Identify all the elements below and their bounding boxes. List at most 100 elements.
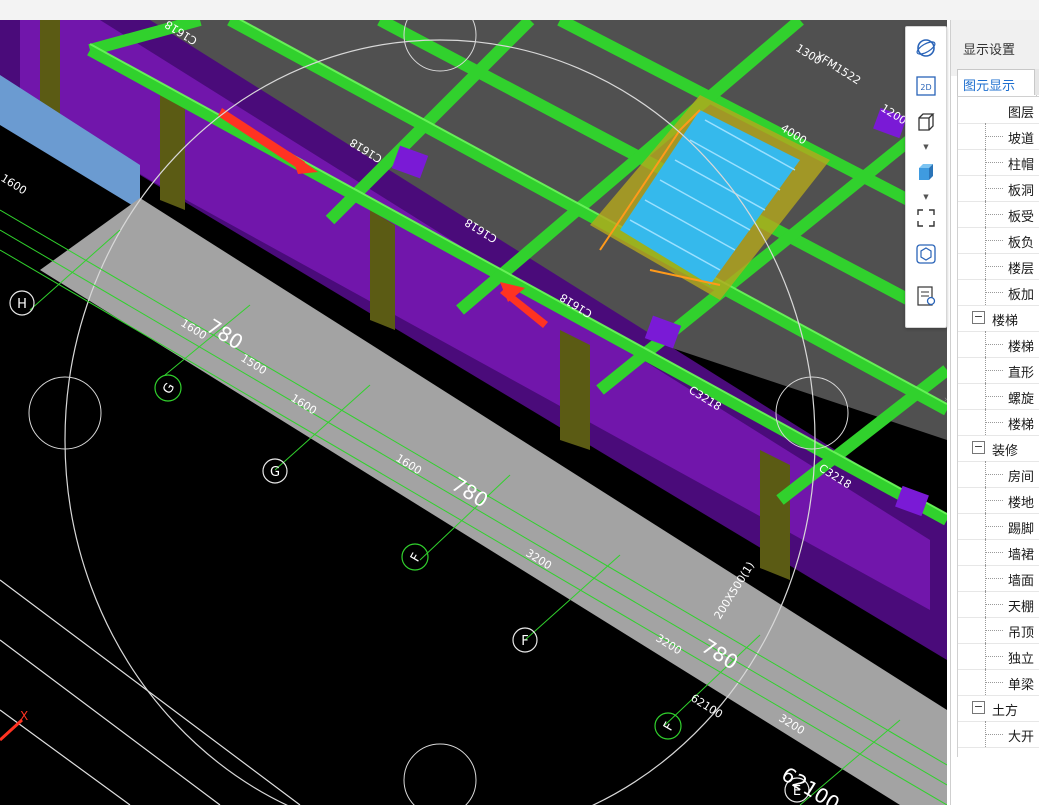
chevron-down-icon[interactable]: ▼ [922,143,930,151]
tree-item-label: 直形 [1008,366,1035,381]
tree-connector [985,188,1003,189]
cube-view-icon[interactable] [914,111,938,133]
tree-connector [985,344,1003,345]
fit-window-icon[interactable] [914,207,938,229]
layer-tree: 图层 坡道 柱帽 板洞 板受 板负 楼层 板加 − 楼梯 楼梯 直形 螺旋 楼梯 − 装修 房间 楼地 踢脚 墙裙墙… [957,96,1039,757]
tree-connector [985,682,1003,683]
tree-item-label: 楼梯 [1008,418,1035,433]
tree-item-row[interactable]: 螺旋 [958,383,1039,410]
tree-item-row[interactable]: 踢脚 [958,513,1039,540]
tree-connector [985,214,1003,215]
panel-title: 显示设置 [963,43,1016,58]
dim-text: 62100 [777,762,844,805]
tree-item-row[interactable]: 楼层 [958,253,1039,280]
tree-item-row[interactable]: 板受 [958,201,1039,228]
drawing-viewport[interactable]: X H G G F F F E 1600 1500 1600 1600 3200… [0,20,947,805]
panel-title-bar: 显示设置 [951,20,1039,76]
tree-connector [985,240,1003,241]
tree-item-label: 板洞 [1008,184,1035,199]
tree-item-label: 楼地 [1008,496,1035,511]
axis-label: H [17,297,27,312]
tree-item-label: 坡道 [1008,132,1035,147]
tree-connector [985,578,1003,579]
collapse-icon[interactable]: − [972,441,985,454]
tree-item-row[interactable]: 大开 [958,721,1039,748]
tree-item-label: 楼梯 [1008,340,1035,355]
collapse-icon[interactable]: − [972,311,985,324]
tree-connector [985,474,1003,475]
axis-label: F [408,551,425,565]
tree-item-row[interactable]: 板负 [958,227,1039,254]
tree-connector [985,734,1003,735]
tab-element-display[interactable]: 图元显示 [957,69,1037,96]
view-2d-icon[interactable]: 2D [914,75,938,97]
tree-item-label: 吊顶 [1008,626,1035,641]
tree-connector [985,656,1003,657]
tree-item-label: 楼梯 [992,314,1019,329]
tree-item-label: 板受 [1008,210,1035,225]
tree-connector [985,136,1003,137]
tree-connector [985,396,1003,397]
tree-item-label: 踢脚 [1008,522,1035,537]
tree-connector [985,370,1003,371]
axis-label: F [661,720,678,734]
orbit-icon[interactable] [914,37,938,59]
collapse-icon[interactable]: − [972,701,985,714]
tree-header: 图层 [958,97,1039,124]
dynamic-observe-icon[interactable] [914,243,938,265]
tree-item-label: 单梁 [1008,678,1035,693]
dim-text: 1600 [0,172,29,198]
tree-item-label: 天棚 [1008,600,1035,615]
tree-item-row[interactable]: 楼梯 [958,409,1039,436]
shaded-cube-icon[interactable] [914,161,938,183]
chevron-down-icon[interactable]: ▼ [922,193,930,201]
svg-text:X: X [20,709,28,723]
tree-item-label: 楼层 [1008,262,1035,277]
tree-item-label: 大开 [1008,730,1035,745]
tree-group-row[interactable]: − 装修 [958,435,1039,462]
tree-connector [985,292,1003,293]
tree-item-row[interactable]: 坡道 [958,123,1039,150]
tree-item-label: 柱帽 [1008,158,1035,173]
tree-item-row[interactable]: 墙裙 [958,539,1039,566]
tree-item-row[interactable]: 柱帽 [958,149,1039,176]
tree-item-label: 装修 [992,444,1019,459]
tree-item-row[interactable]: 板洞 [958,175,1039,202]
tree-item-label: 房间 [1008,470,1035,485]
view-2d-label: 2D [920,83,931,92]
tree-item-label: 独立 [1008,652,1035,667]
tree-item-row[interactable]: 楼地 [958,487,1039,514]
axis-label: G [270,465,280,480]
display-settings-icon[interactable] [914,285,938,307]
top-strip [0,0,1039,20]
tree-item-row[interactable]: 直形 [958,357,1039,384]
tree-item-row[interactable]: 独立 [958,643,1039,670]
tree-item-label: 墙面 [1008,574,1035,589]
tree-item-label: 墙裙 [1008,548,1035,563]
tree-item-row[interactable]: 单梁 [958,669,1039,696]
tree-item-row[interactable]: 天棚 [958,591,1039,618]
tree-item-row[interactable]: 楼梯 [958,331,1039,358]
tree-connector [985,630,1003,631]
tree-header-label: 图层 [1008,106,1035,121]
tree-connector [985,526,1003,527]
tree-item-label: 螺旋 [1008,392,1035,407]
axis-label: G [160,381,178,397]
tree-item-row[interactable]: 吊顶 [958,617,1039,644]
tree-connector [985,422,1003,423]
axis-label: F [521,634,528,649]
tree-item-row[interactable]: 房间 [958,461,1039,488]
tree-connector [985,604,1003,605]
tree-item-row[interactable]: 墙面 [958,565,1039,592]
tree-connector [985,266,1003,267]
view-toolbar: 2D ▼ ▼ [905,26,947,328]
tree-group-row[interactable]: − 楼梯 [958,305,1039,332]
tree-item-row[interactable]: 板加 [958,279,1039,306]
tab-next[interactable] [1034,69,1039,95]
dim-text: 62100 [688,692,725,722]
tree-item-label: 板负 [1008,236,1035,251]
tree-item-label: 板加 [1008,288,1035,303]
tab-label: 图元显示 [963,79,1016,94]
tree-group-row[interactable]: − 土方 [958,695,1039,722]
tree-item-label: 土方 [992,704,1019,719]
